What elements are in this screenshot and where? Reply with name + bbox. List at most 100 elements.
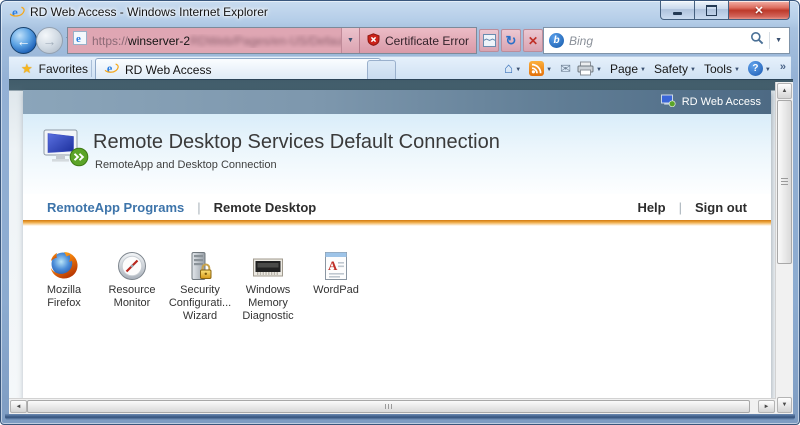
maximize-button[interactable]	[695, 1, 728, 20]
tab-title: RD Web Access	[125, 63, 211, 77]
app-label: Resource Monitor	[95, 284, 169, 310]
rdweb-content: RD Web Access Remote Desktop Services De…	[23, 90, 771, 400]
scroll-grip	[385, 404, 393, 409]
scroll-down-button[interactable]: ▼	[777, 397, 792, 413]
certificate-error-badge[interactable]: Certificate Error	[359, 28, 476, 53]
minimize-button[interactable]	[660, 1, 695, 20]
stop-button[interactable]: ✕	[523, 29, 543, 52]
window-frame-bottom	[5, 414, 795, 420]
vertical-scroll-thumb[interactable]	[777, 100, 792, 264]
feeds-button[interactable]: ▼	[528, 61, 555, 76]
url-scheme: https://	[92, 34, 128, 48]
chevron-down-icon: ▼	[640, 67, 646, 73]
page-navigation: RemoteApp Programs | Remote Desktop Help…	[23, 194, 771, 220]
tab-favicon-icon: e	[104, 61, 119, 79]
new-tab-stub[interactable]	[367, 60, 396, 81]
vertical-scrollbar[interactable]: ▲ ▼	[775, 82, 793, 414]
tab-remoteapp-programs[interactable]: RemoteApp Programs	[47, 200, 184, 215]
app-label: Windows Memory Diagnostic	[231, 284, 305, 323]
app-item-resource-monitor[interactable]: Resource Monitor	[99, 248, 165, 323]
browser-window: e RD Web Access - Windows Internet Explo…	[0, 0, 800, 425]
command-bar: ⌂ ▼ ▼ ✉	[503, 58, 788, 79]
page-menu-button[interactable]: Page ▼	[609, 62, 649, 76]
remoteapp-programs-list: Mozilla Firefox Resource Monitor	[23, 226, 771, 323]
tab-remote-desktop[interactable]: Remote Desktop	[214, 200, 317, 215]
right-arrow-icon: ►	[764, 404, 770, 410]
chevron-down-icon: ▼	[596, 67, 602, 73]
compatibility-view-button[interactable]	[479, 29, 499, 52]
forward-arrow-icon: →	[43, 33, 57, 49]
horizontal-scrollbar[interactable]: ◄ ►	[9, 398, 776, 414]
tools-menu-button[interactable]: Tools ▼	[703, 62, 743, 76]
chevron-down-icon: ▼	[347, 37, 354, 44]
chevron-down-icon: ▼	[546, 67, 552, 73]
navigation-bar: ← → ▼ e https://winserver-2RDWeb/Pages/e…	[9, 25, 791, 55]
help-button[interactable]: ? ▼	[747, 61, 774, 76]
app-item-mozilla-firefox[interactable]: Mozilla Firefox	[31, 248, 97, 323]
app-label: WordPad	[299, 284, 373, 297]
address-buttons: ↻ ✕	[479, 29, 543, 52]
address-dropdown-button[interactable]: ▼	[341, 28, 359, 53]
rdweb-badge-label: RD Web Access	[682, 96, 761, 108]
svg-text:e: e	[107, 62, 113, 76]
remote-desktop-services-icon	[43, 127, 89, 172]
stop-icon: ✕	[528, 34, 538, 48]
window-title: RD Web Access - Windows Internet Explore…	[30, 5, 268, 19]
search-separator	[769, 32, 770, 49]
forward-button[interactable]: →	[36, 27, 63, 54]
search-input[interactable]: Bing	[569, 34, 745, 48]
help-icon: ?	[748, 61, 763, 76]
read-mail-button[interactable]: ✉	[559, 61, 572, 77]
safety-menu-button[interactable]: Safety ▼	[653, 62, 699, 76]
scroll-left-button[interactable]: ◄	[10, 400, 27, 413]
divider: |	[679, 200, 682, 215]
compatibility-view-icon	[482, 33, 497, 48]
horizontal-scroll-thumb[interactable]	[27, 400, 750, 413]
print-button[interactable]: ▼	[576, 61, 605, 76]
back-arrow-icon: ←	[17, 33, 31, 49]
toolbar-overflow-button[interactable]: »	[780, 61, 786, 73]
close-button[interactable]: ✕	[728, 1, 790, 20]
help-link[interactable]: Help	[637, 200, 665, 215]
scroll-up-button[interactable]: ▲	[777, 83, 792, 99]
tab-rd-web-access[interactable]: e RD Web Access	[95, 58, 381, 81]
mail-icon: ✉	[560, 61, 571, 77]
title-bar[interactable]: e RD Web Access - Windows Internet Explo…	[1, 1, 799, 24]
divider: |	[197, 200, 200, 215]
feeds-icon	[529, 61, 544, 76]
favorites-button[interactable]: ★ Favorites	[12, 59, 97, 78]
minimize-icon	[673, 12, 682, 15]
url-text[interactable]: https://winserver-2RDWeb/Pages/en-US/Def…	[92, 34, 341, 48]
page-header: Remote Desktop Services Default Connecti…	[23, 114, 771, 194]
rdweb-badge-icon	[661, 94, 676, 110]
address-bar[interactable]: e https://winserver-2RDWeb/Pages/en-US/D…	[67, 27, 477, 54]
app-item-wordpad[interactable]: A WordPad	[303, 248, 369, 323]
search-icon[interactable]	[750, 31, 764, 50]
rdweb-top-bar: RD Web Access	[23, 90, 771, 114]
app-label: Security Configurati... Wizard	[163, 284, 237, 323]
scroll-grip	[781, 178, 788, 186]
page-nav-left: RemoteApp Programs | Remote Desktop	[47, 200, 316, 215]
certificate-error-label: Certificate Error	[385, 34, 469, 48]
back-button[interactable]: ←	[10, 27, 37, 54]
refresh-button[interactable]: ↻	[501, 29, 521, 52]
app-item-windows-memory-diagnostic[interactable]: Windows Memory Diagnostic	[235, 248, 301, 323]
page-title: Remote Desktop Services Default Connecti…	[93, 131, 500, 154]
home-button[interactable]: ⌂ ▼	[503, 61, 524, 76]
favorites-and-tab-bar: ★ Favorites e RD Web Access ⌂ ▼	[9, 56, 791, 80]
search-options-dropdown[interactable]: ▼	[775, 37, 784, 44]
home-icon: ⌂	[504, 61, 513, 76]
print-icon	[577, 61, 594, 76]
sign-out-link[interactable]: Sign out	[695, 200, 747, 215]
scroll-right-button[interactable]: ►	[758, 400, 775, 413]
tools-menu-label: Tools	[704, 62, 732, 76]
left-arrow-icon: ◄	[16, 404, 22, 410]
favorites-star-icon: ★	[21, 61, 33, 77]
search-box[interactable]: b Bing ▼	[543, 27, 790, 54]
gauge-icon	[117, 248, 147, 281]
svg-text:e: e	[12, 5, 18, 20]
down-arrow-icon: ▼	[782, 402, 788, 408]
app-item-security-configuration-wizard[interactable]: Security Configurati... Wizard	[167, 248, 233, 323]
favorites-label: Favorites	[39, 62, 88, 76]
up-arrow-icon: ▲	[782, 88, 788, 94]
